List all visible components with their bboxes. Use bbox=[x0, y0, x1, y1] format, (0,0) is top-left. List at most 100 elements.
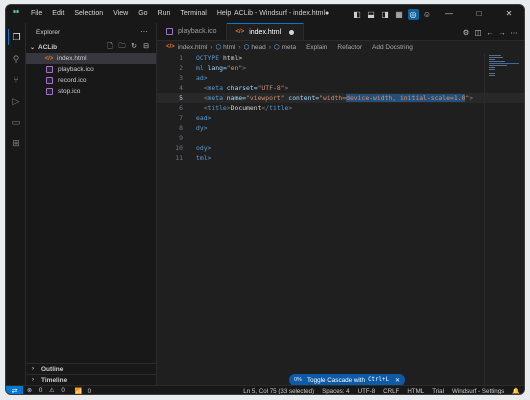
tab-playback-ico[interactable]: playback.ico bbox=[157, 23, 227, 40]
outline-section[interactable]: › Outline bbox=[26, 363, 156, 374]
language-mode[interactable]: HTML bbox=[407, 388, 424, 395]
code-token: > bbox=[469, 94, 474, 102]
file-item[interactable]: record.ico bbox=[26, 75, 156, 86]
account-icon[interactable]: ☺ bbox=[422, 9, 433, 20]
end-of-line[interactable]: CRLF bbox=[383, 388, 399, 395]
more-actions-icon[interactable]: ⋯ bbox=[508, 28, 520, 37]
status-right: Ln 5, Col 75 (33 selected) Spaces: 4 UTF… bbox=[235, 387, 520, 395]
codelens-refactor[interactable]: Refactor bbox=[337, 44, 362, 51]
toggle-secondary-sidebar-icon[interactable]: ◨ bbox=[380, 9, 391, 20]
maximize-button[interactable]: □ bbox=[464, 5, 494, 23]
cursor-position[interactable]: Ln 5, Col 75 (33 selected) bbox=[243, 388, 314, 395]
code-line: 11 tml> bbox=[157, 153, 524, 163]
notifications-bell-icon[interactable]: 🔔 bbox=[512, 387, 520, 394]
file-item[interactable]: </> index.html bbox=[26, 53, 156, 64]
customize-layout-icon[interactable]: ▦ bbox=[394, 9, 405, 20]
code-line: 9 bbox=[157, 133, 524, 143]
file-item[interactable]: stop.ico bbox=[26, 86, 156, 97]
minimap-line bbox=[489, 65, 507, 66]
code-editor[interactable]: 1 OCTYPE html> 2 ml lang="en"> 3 ad> 4 <… bbox=[157, 53, 524, 163]
file-item[interactable]: playback.ico bbox=[26, 64, 156, 75]
codelens-explain[interactable]: Explain bbox=[306, 44, 327, 51]
element-icon: ⬡ bbox=[215, 44, 222, 51]
menu-file[interactable]: File bbox=[26, 5, 47, 23]
menu-terminal[interactable]: Terminal bbox=[175, 5, 211, 23]
line-number: 3 bbox=[179, 74, 183, 82]
editor-tabs: playback.ico </> index.html ⚙ ◫ ← → ⋯ bbox=[157, 23, 524, 41]
line-number: 7 bbox=[179, 114, 183, 122]
menu-help[interactable]: Help bbox=[212, 5, 236, 23]
encoding[interactable]: UTF-8 bbox=[358, 388, 376, 395]
file-name: record.ico bbox=[58, 77, 87, 84]
code-line: 3 ad> bbox=[157, 73, 524, 83]
new-folder-icon[interactable]: 🗀 bbox=[116, 42, 128, 53]
trial-status[interactable]: Trial bbox=[432, 388, 444, 395]
image-file-icon bbox=[46, 88, 53, 95]
go-forward-icon[interactable]: → bbox=[496, 28, 508, 37]
source-control-icon[interactable]: ⑂ bbox=[8, 72, 24, 88]
go-back-icon[interactable]: ← bbox=[484, 28, 496, 37]
code-token: ody> bbox=[196, 144, 212, 152]
status-bar: ⇄ ⊗ 0 ⚠ 0 📶 0 Ln 5, Col 75 (33 selected) … bbox=[6, 385, 524, 395]
minimap-line bbox=[489, 57, 503, 58]
collapse-all-icon[interactable]: ⊟ bbox=[140, 42, 152, 53]
windsurf-settings[interactable]: Windsurf - Settings bbox=[452, 388, 504, 395]
toggle-panel-icon[interactable]: ⬓ bbox=[366, 9, 377, 20]
editor-actions: ⚙ ◫ ← → ⋯ bbox=[460, 23, 520, 41]
split-editor-icon[interactable]: ◫ bbox=[472, 28, 484, 37]
errors-indicator[interactable]: ⊗ 0 ⚠ 0 bbox=[27, 387, 70, 394]
refresh-icon[interactable]: ↻ bbox=[128, 42, 140, 53]
menu-run[interactable]: Run bbox=[153, 5, 176, 23]
file-name: playback.ico bbox=[58, 66, 94, 73]
code-line-current: 5 <meta name="viewport" content="width=d… bbox=[157, 93, 524, 103]
breadcrumb-item[interactable]: index.html bbox=[178, 44, 208, 51]
extensions-icon[interactable]: ⊞ bbox=[8, 135, 24, 151]
ports-indicator[interactable]: 📶 0 bbox=[75, 387, 96, 394]
explorer-icon[interactable]: ❐ bbox=[8, 29, 24, 45]
code-token: Document bbox=[230, 104, 262, 112]
timeline-section[interactable]: › Timeline bbox=[26, 374, 156, 385]
code-token: html> bbox=[219, 54, 243, 62]
code-token: lang= bbox=[203, 64, 227, 72]
line-number: 11 bbox=[175, 154, 183, 162]
breadcrumb-item[interactable]: head bbox=[251, 44, 265, 51]
cascade-icon[interactable]: ◎ bbox=[407, 8, 419, 20]
timeline-label: Timeline bbox=[41, 376, 68, 384]
minimap-line bbox=[489, 59, 495, 60]
search-icon[interactable]: ⚲ bbox=[8, 51, 24, 67]
toggle-primary-sidebar-icon[interactable]: ◧ bbox=[352, 9, 363, 20]
project-folder[interactable]: ⌄ ACLib 🗋 🗀 ↻ ⊟ bbox=[26, 41, 156, 53]
close-button[interactable]: ✕ bbox=[494, 5, 524, 23]
close-icon[interactable]: ✕ bbox=[395, 377, 400, 384]
remote-indicator-icon[interactable]: ⇄ bbox=[6, 385, 23, 394]
project-name: ACLib bbox=[38, 43, 58, 51]
minimap-line bbox=[489, 75, 495, 76]
minimize-button[interactable]: — bbox=[434, 5, 464, 23]
activity-bar: ❐ ⚲ ⑂ ▷ ▭ ⊞ bbox=[6, 23, 26, 385]
code-line: 8 dy> bbox=[157, 123, 524, 133]
unsaved-dot-icon[interactable] bbox=[289, 29, 295, 35]
remote-explorer-icon[interactable]: ▭ bbox=[8, 114, 24, 130]
image-file-icon bbox=[46, 66, 53, 73]
minimap[interactable] bbox=[484, 53, 524, 385]
code-token: dy> bbox=[196, 124, 208, 132]
run-debug-icon[interactable]: ▷ bbox=[8, 93, 24, 109]
menu-go[interactable]: Go bbox=[133, 5, 152, 23]
image-file-icon bbox=[46, 77, 53, 84]
more-actions-icon[interactable]: ··· bbox=[140, 27, 148, 36]
indentation[interactable]: Spaces: 4 bbox=[322, 388, 350, 395]
menu-selection[interactable]: Selection bbox=[69, 5, 108, 23]
settings-gear-icon[interactable]: ⚙ bbox=[460, 28, 472, 37]
explorer-header: Explorer ··· bbox=[26, 23, 156, 41]
code-token: > bbox=[242, 64, 247, 72]
codelens-add-docstring[interactable]: Add Docstring bbox=[372, 44, 413, 51]
new-file-icon[interactable]: 🗋 bbox=[104, 42, 116, 53]
menu-view[interactable]: View bbox=[108, 5, 133, 23]
breadcrumb-item[interactable]: meta bbox=[282, 44, 296, 51]
tab-index-html[interactable]: </> index.html bbox=[226, 23, 305, 40]
warning-icon: ⚠ bbox=[49, 387, 55, 394]
menu-edit[interactable]: Edit bbox=[47, 5, 69, 23]
titlebar-controls: ◧ ⬓ ◨ ▦ ◎ ☺ — □ ✕ bbox=[350, 5, 524, 23]
breadcrumb-item[interactable]: html bbox=[223, 44, 235, 51]
chevron-right-icon: › bbox=[268, 43, 271, 51]
